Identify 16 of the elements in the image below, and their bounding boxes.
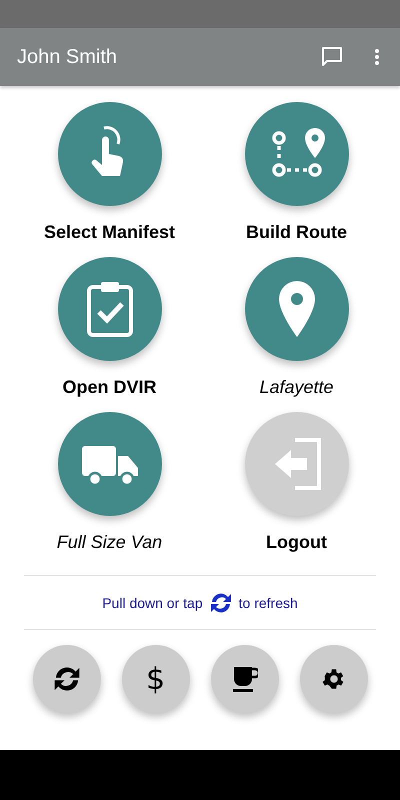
refresh-button[interactable] bbox=[32, 645, 100, 713]
more-menu-icon[interactable] bbox=[374, 48, 380, 66]
user-name: John Smith bbox=[17, 46, 118, 68]
tile-label: Full Size Van bbox=[56, 532, 162, 553]
tile-label: Open DVIR bbox=[62, 377, 156, 398]
tile-label: Lafayette bbox=[259, 377, 334, 398]
break-button[interactable] bbox=[210, 645, 278, 713]
chat-icon[interactable] bbox=[320, 45, 344, 69]
tile-label: Select Manifest bbox=[44, 222, 176, 243]
cup-icon bbox=[232, 665, 258, 693]
tile-label: Logout bbox=[266, 532, 327, 553]
hint-text: to refresh bbox=[238, 594, 298, 610]
currency-button[interactable]: $ bbox=[122, 645, 190, 713]
hint-text: Pull down or tap bbox=[102, 594, 203, 610]
settings-button[interactable] bbox=[300, 645, 368, 713]
tile-label: Build Route bbox=[246, 222, 347, 243]
